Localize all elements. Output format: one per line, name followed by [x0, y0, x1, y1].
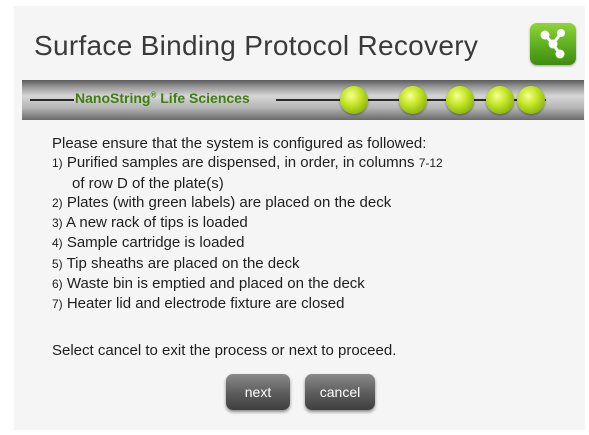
next-button[interactable]: next: [226, 374, 290, 410]
list-item: 4) Sample cartridge is loaded: [52, 234, 245, 252]
progress-dot: [486, 86, 514, 114]
list-item-continuation: of row D of the plate(s): [72, 174, 224, 192]
list-item: 5) Tip sheaths are placed on the deck: [52, 254, 300, 272]
instructions-intro: Please ensure that the system is configu…: [52, 135, 427, 152]
page-title: Surface Binding Protocol Recovery: [34, 30, 479, 61]
cancel-button[interactable]: cancel: [305, 374, 375, 410]
list-item: 6) Waste bin is emptied and placed on th…: [52, 275, 365, 293]
progress-dot: [340, 86, 368, 114]
footer-prompt: Select cancel to exit the process or nex…: [52, 342, 397, 359]
progress-dot: [517, 86, 545, 114]
progress-dot: [399, 86, 427, 114]
instructions-block: Please ensure that the system is configu…: [52, 134, 443, 315]
brand-progress-bar: NanoString® Life Sciences: [22, 80, 584, 120]
list-item: 2) Plates (with green labels) are placed…: [52, 193, 392, 211]
list-item: 7) Heater lid and electrode fixture are …: [52, 295, 345, 313]
brand-name: NanoString® Life Sciences: [75, 90, 250, 106]
brand-line-left: [30, 99, 74, 101]
progress-dot: [446, 86, 474, 114]
list-item: 3) A new rack of tips is loaded: [52, 214, 248, 232]
list-item: 1) Purified samples are dispensed, in or…: [52, 154, 443, 172]
network-nodes-icon: [530, 23, 576, 65]
